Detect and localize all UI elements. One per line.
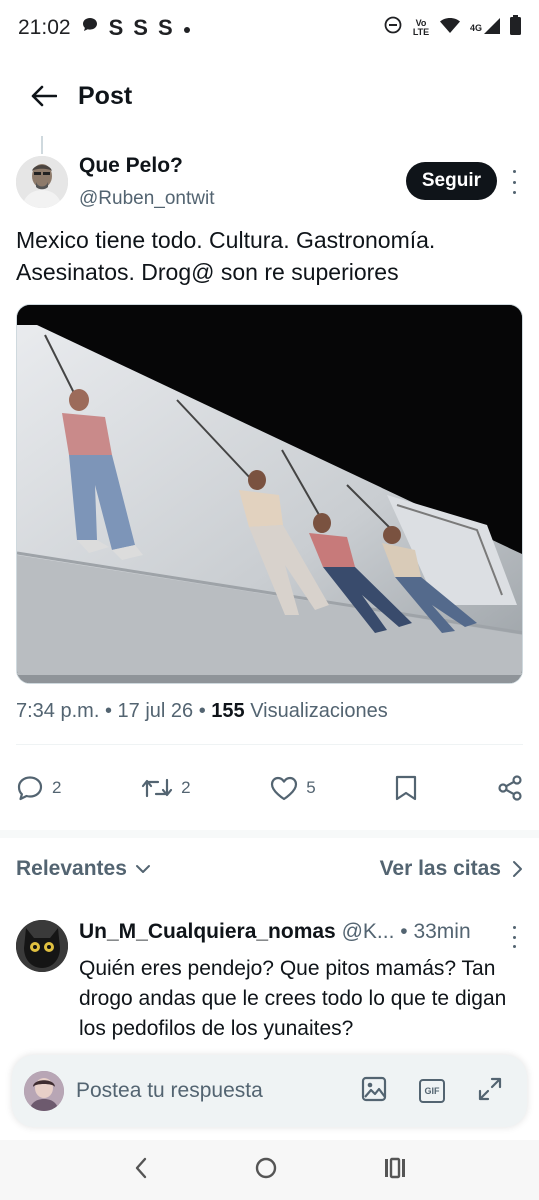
chevron-down-icon [135, 865, 150, 873]
chevron-right-icon [513, 861, 522, 877]
top-app-bar: Post [0, 56, 539, 136]
separator-dot: • [400, 920, 414, 943]
view-quotes-label: Ver las citas [379, 857, 501, 880]
volte-label: Vo LTE [412, 18, 430, 37]
expand-icon[interactable] [477, 1076, 503, 1107]
replies-header: Relevantes Ver las citas [16, 852, 523, 886]
chat-bubble-icon [81, 16, 99, 40]
reply-author-name[interactable]: Un_M_Cualquiera_nomas [79, 920, 336, 943]
reply-input[interactable]: Postea tu respuesta [76, 1079, 361, 1103]
nav-home-icon[interactable] [254, 1156, 278, 1185]
post-image[interactable] [16, 304, 523, 684]
more-notifications-dot-icon [183, 16, 191, 40]
reply-author-avatar[interactable] [16, 920, 68, 972]
author-handle[interactable]: @Ruben_ontwit [79, 188, 214, 210]
reply-more-options-icon[interactable] [511, 926, 517, 948]
app-notification-s-1: S [108, 15, 124, 40]
page-title: Post [78, 81, 133, 110]
bookmark-icon [396, 775, 417, 801]
separator-dot: • [198, 700, 212, 722]
section-separator [0, 830, 539, 838]
post-text: Mexico tiene todo. Cultura. Gastronomía.… [16, 227, 436, 285]
repost-count: 2 [181, 778, 191, 797]
heart-icon [271, 776, 298, 800]
divider [16, 744, 523, 745]
reply-count: 2 [52, 778, 62, 797]
network-type-label: 4G [469, 22, 482, 33]
image-icon[interactable] [361, 1076, 387, 1107]
back-button[interactable] [24, 76, 64, 116]
author-avatar[interactable] [16, 156, 68, 208]
reply-time: 33min [413, 920, 471, 943]
separator-dot: • [104, 700, 118, 722]
like-count: 5 [306, 778, 316, 797]
battery-icon [510, 15, 521, 41]
post-actions: 2 2 5 [16, 764, 523, 812]
follow-button[interactable]: Seguir [405, 162, 497, 200]
repost-icon [142, 778, 173, 798]
wifi-icon [439, 16, 460, 40]
sort-label: Relevantes [16, 857, 127, 880]
status-bar: 21:02 S S S Vo LTE 4G [0, 0, 539, 56]
like-button[interactable]: 5 [270, 776, 316, 801]
reply-text: Quién eres pendejo? Que pitos mamás? Tan… [79, 957, 507, 1040]
reply-icon [17, 776, 43, 801]
gif-icon[interactable]: GIF [419, 1079, 445, 1103]
do-not-disturb-icon [384, 16, 402, 40]
repost-button[interactable]: 2 [141, 776, 191, 800]
nav-back-icon[interactable] [133, 1156, 149, 1185]
reply-composer: Postea tu respuesta GIF [12, 1055, 527, 1127]
more-options-icon[interactable] [509, 170, 519, 194]
gif-label: GIF [424, 1086, 440, 1096]
system-navigation-bar [0, 1140, 539, 1200]
nav-recents-icon[interactable] [383, 1157, 407, 1184]
post-time: 7:34 p.m. [16, 700, 100, 722]
back-arrow-icon [31, 85, 57, 107]
views-label[interactable]: Visualizaciones [250, 700, 388, 722]
app-notification-s-3: S [157, 15, 173, 40]
share-button[interactable] [497, 775, 523, 801]
reply-item[interactable]: Un_M_Cualquiera_nomas @K... • 33min Quié… [16, 918, 523, 1058]
bookmark-button[interactable] [395, 775, 417, 801]
sort-dropdown[interactable]: Relevantes [16, 857, 151, 881]
post-author-row: Que Pelo? @Ruben_ontwit Seguir [16, 152, 523, 216]
signal-icon [484, 16, 500, 40]
views-count: 155 [211, 700, 245, 722]
reply-header: Un_M_Cualquiera_nomas @K... • 33min [79, 920, 471, 944]
author-name[interactable]: Que Pelo? [79, 154, 183, 178]
post-meta: 7:34 p.m. • 17 jul 26 • 155 Visualizacio… [16, 700, 388, 723]
status-time: 21:02 [18, 16, 71, 39]
post-date: 17 jul 26 [117, 700, 194, 722]
share-icon [498, 775, 522, 801]
reply-author-handle[interactable]: @K... [342, 920, 395, 943]
app-notification-s-2: S [133, 15, 148, 40]
view-quotes-link[interactable]: Ver las citas [380, 857, 523, 881]
reply-button[interactable]: 2 [16, 775, 61, 801]
my-avatar [24, 1071, 64, 1111]
